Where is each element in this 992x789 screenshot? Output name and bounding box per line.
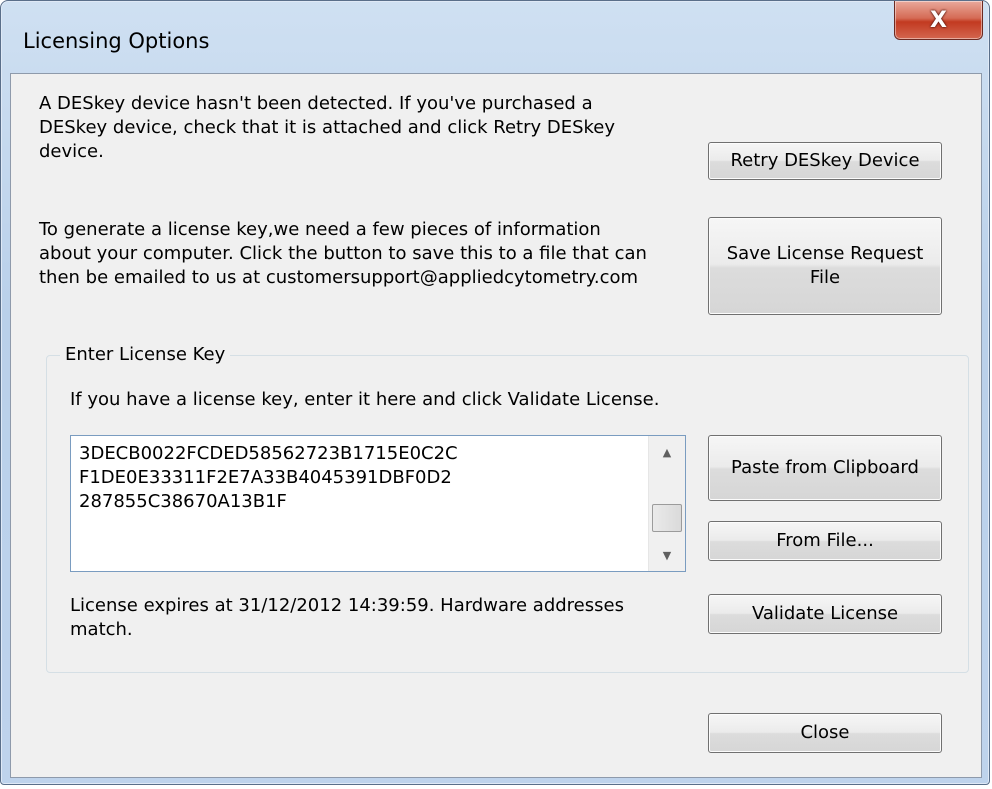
paste-from-clipboard-button[interactable]: Paste from Clipboard [708,435,942,501]
license-key-textarea[interactable]: 3DECB0022FCDED58562723B1715E0C2C F1DE0E3… [70,435,686,572]
license-key-group-title: Enter License Key [60,344,231,366]
scroll-down-arrow-icon[interactable]: ▼ [649,543,685,567]
license-request-message: To generate a license key,we need a few … [39,219,647,288]
license-key-scrollbar[interactable]: ▲ ▼ [648,436,685,571]
scroll-up-arrow-icon[interactable]: ▲ [649,440,685,464]
license-key-text: 3DECB0022FCDED58562723B1715E0C2C F1DE0E3… [79,443,458,512]
dialog-content: A DESkey device hasn't been detected. If… [10,73,982,778]
save-license-request-button[interactable]: Save License Request File [708,217,942,315]
license-key-instruction: If you have a license key, enter it here… [70,389,660,410]
validate-license-button[interactable]: Validate License [708,594,942,634]
scroll-thumb[interactable] [652,504,682,532]
window-close-button[interactable]: X [894,1,983,40]
from-file-button[interactable]: From File... [708,521,942,561]
license-status-text: License expires at 31/12/2012 14:39:59. … [70,595,624,640]
retry-deskey-button[interactable]: Retry DESkey Device [708,142,942,180]
deskey-message: A DESkey device hasn't been detected. If… [39,93,616,162]
licensing-dialog: Licensing Options X A DESkey device hasn… [0,0,990,785]
window-title: Licensing Options [23,29,210,53]
close-button[interactable]: Close [708,713,942,753]
title-bar[interactable]: Licensing Options X [1,1,989,73]
close-icon: X [930,7,947,33]
